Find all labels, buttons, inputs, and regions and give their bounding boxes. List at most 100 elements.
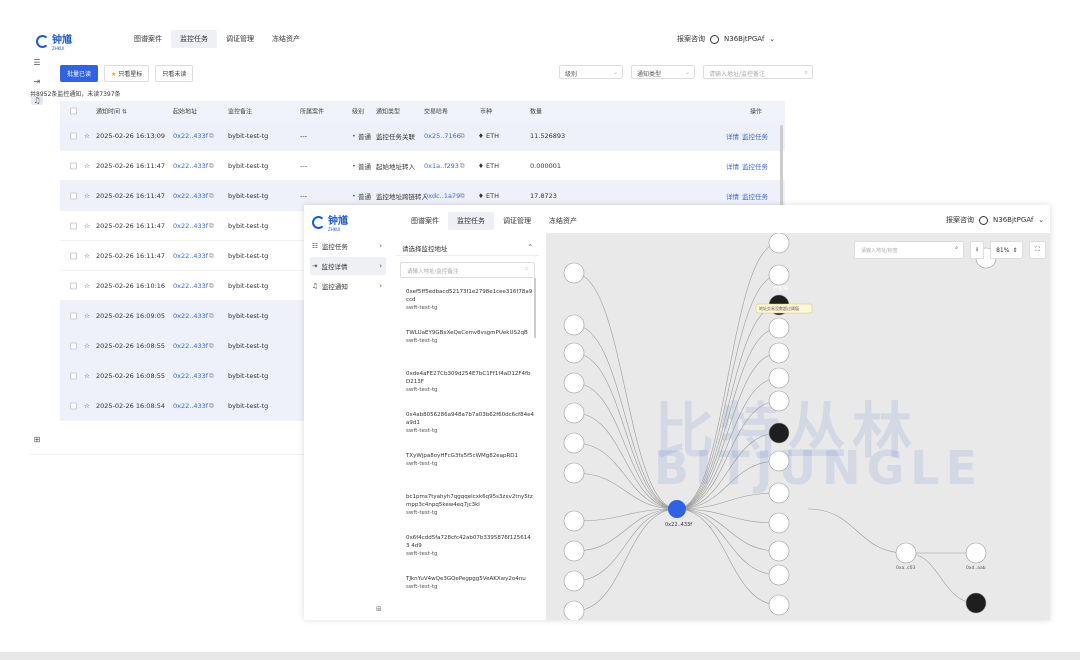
tx-hash[interactable]: 0x25..7166 [424,132,461,140]
start-address[interactable]: 0x22..433f [173,132,208,140]
start-address[interactable]: 0x22..433f [173,192,208,200]
start-address[interactable]: 0x22..433f [173,252,208,260]
row-checkbox[interactable] [70,312,77,319]
table-row[interactable]: ☆ 2025-02-26 16:11:47 0x22..433f ⧉ bybit-tes… [60,151,785,181]
address-node[interactable] [965,542,987,564]
batch-read-button[interactable]: 批量已读 [60,64,99,82]
row-checkbox[interactable] [70,282,77,289]
copy-icon[interactable]: ⧉ [209,281,214,290]
address-node[interactable] [563,262,585,284]
fullscreen-button[interactable]: ⛶ [1029,241,1046,259]
nav-item-0[interactable]: 图谱案件 [402,212,448,230]
address-item[interactable]: TXyWjpa8oyHFcG3fx5f5cWMg82eapRD1 swft-tes… [406,452,534,468]
row-checkbox[interactable] [70,162,77,169]
copy-icon[interactable]: ⧉ [209,401,214,410]
graph-search-input[interactable]: 请输入地址/标签 ⌕ [854,241,964,259]
transaction-graph[interactable]: 0x22..433f 已暂停地址交易没数超过阈值 0xa..c03 0xd..aab [546,233,1050,620]
address-node[interactable] [768,450,790,472]
chevron-down-icon[interactable]: ⌄ [1038,216,1044,224]
tx-hash[interactable]: 0x1a..f293 [424,162,459,170]
address-node[interactable] [768,594,790,616]
star-icon[interactable]: ☆ [84,402,90,410]
address-node[interactable] [965,592,987,614]
search-input[interactable]: 请输入地址/监控备注 ⌕ [703,65,813,79]
copy-icon[interactable]: ⧉ [460,131,465,140]
notify-type-select[interactable]: 通知类型 ⌄ [631,65,695,79]
star-icon[interactable]: ☆ [84,372,90,380]
monitor-task-link[interactable]: 监控任务 [742,191,768,201]
start-address[interactable]: 0x22..433f [173,342,208,350]
start-address[interactable]: 0x22..433f [173,312,208,320]
address-node[interactable] [563,540,585,562]
nav-item-1[interactable]: 监控任务 [171,30,217,48]
monitor-task-link[interactable]: 监控任务 [742,161,768,171]
row-checkbox[interactable] [70,132,77,139]
address-item[interactable]: 0x6f4cdd5fa728cfc42ab07b3395876f1256143 … [406,534,534,558]
detail-link[interactable]: 详情 [726,161,739,171]
starred-only-button[interactable]: ★ 只看星标 [104,64,150,82]
start-address[interactable]: 0x22..433f [173,162,208,170]
copy-icon[interactable]: ⧉ [460,161,465,170]
star-icon[interactable]: ☆ [84,252,90,260]
star-icon[interactable]: ☆ [84,282,90,290]
address-node[interactable] [563,402,585,424]
nav-item-3[interactable]: 冻结资产 [540,212,586,230]
address-node[interactable] [768,512,790,534]
nav-item-0[interactable]: 图谱案件 [125,30,171,48]
detail-icon[interactable]: ⇥ [31,77,43,86]
row-checkbox[interactable] [70,402,77,409]
start-address[interactable]: 0x22..433f [173,372,208,380]
copy-icon[interactable]: ⧉ [209,161,214,170]
level-select[interactable]: 级别 ⌄ [559,65,623,79]
address-node[interactable] [563,510,585,532]
detail-link[interactable]: 详情 [726,131,739,141]
start-address[interactable]: 0x22..433f [173,402,208,410]
chevron-down-icon[interactable]: ⌄ [769,35,775,43]
scrollbar[interactable] [780,125,783,215]
table-row[interactable]: ☆ 2025-02-26 16:13:09 0x22..433f ⧉ bybit-tes… [60,121,785,151]
copy-icon[interactable]: ⧉ [209,131,214,140]
nav-item-2[interactable]: 调证管理 [494,212,540,230]
address-node[interactable] [563,342,585,364]
column-header[interactable]: 通知时间 ⇅ [96,107,127,116]
address-node[interactable] [768,482,790,504]
unread-only-button[interactable]: 只看未读 [155,64,194,82]
copy-icon[interactable]: ⧉ [209,371,214,380]
row-checkbox[interactable] [70,252,77,259]
scrollbar[interactable] [534,278,536,338]
star-icon[interactable]: ☆ [84,162,90,170]
copy-icon[interactable]: ⧉ [209,341,214,350]
panel-header[interactable]: 请选择监控地址 ⌃ [396,238,539,256]
detail-link[interactable]: 详情 [726,191,739,201]
copy-icon[interactable]: ⧉ [209,251,214,260]
copy-icon[interactable]: ⧉ [460,191,465,200]
row-checkbox[interactable] [70,372,77,379]
address-item[interactable]: 0xef5ff5edbacd52173f1e2798e1cee316f78a9c… [406,288,534,312]
star-icon[interactable]: ☆ [84,312,90,320]
start-address[interactable]: 0x22..433f [173,222,208,230]
address-node[interactable] [768,233,790,254]
address-item[interactable]: TWLUaEY9GBxXeQeCemv8vsgmPUekUS2qB swft-te… [406,329,534,345]
nav-item-1[interactable]: 监控任务 [448,212,494,230]
report-link[interactable]: 报案咨询 [946,215,974,225]
address-node[interactable] [563,432,585,454]
address-item[interactable]: bc1pms7tyahyh7qgqqelcxk6q95s3zxv2tny5tzm… [406,493,534,517]
star-icon[interactable]: ☆ [84,342,90,350]
grid-icon[interactable]: ⊞ [31,435,43,444]
address-node[interactable] [768,390,790,412]
list-icon[interactable]: ☰ [31,58,43,67]
address-node[interactable] [563,372,585,394]
menu-item-1[interactable]: ⇥ 监控详情 › [310,257,386,275]
center-node[interactable] [668,500,686,518]
address-node[interactable] [563,314,585,336]
zoom-control[interactable]: 81% ⇕ [990,241,1024,259]
star-icon[interactable]: ☆ [84,222,90,230]
row-checkbox[interactable] [70,192,77,199]
address-item[interactable]: 0x4ab8056286a948a7b7a03b62f60dc6cf84e4a9… [406,411,534,435]
copy-icon[interactable]: ⧉ [209,221,214,230]
address-node[interactable] [563,462,585,484]
address-node[interactable] [895,542,917,564]
download-button[interactable]: ⭳ [970,241,985,259]
star-icon[interactable]: ☆ [84,192,90,200]
address-node[interactable] [768,264,790,286]
